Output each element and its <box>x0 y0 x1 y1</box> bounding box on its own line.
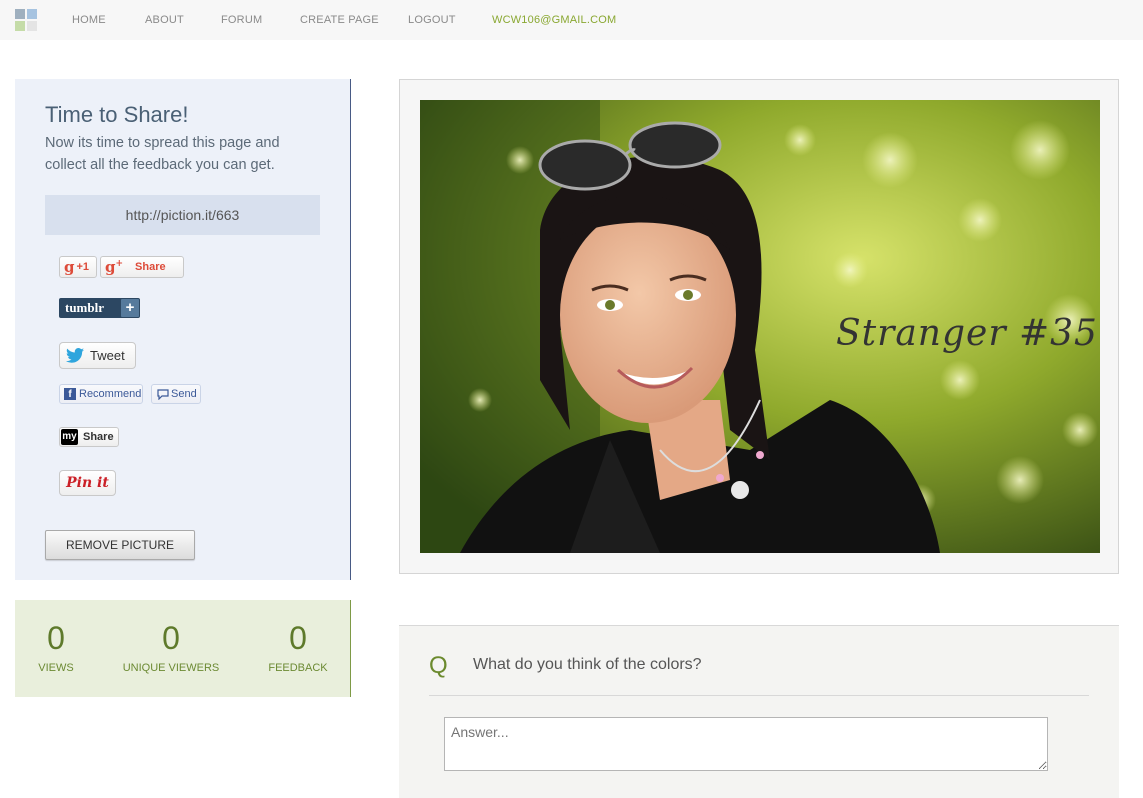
unique-viewers-count: 0 <box>162 620 180 656</box>
question-divider <box>429 695 1089 696</box>
plus-icon: + <box>121 299 139 317</box>
pin-it-label: Pin it <box>66 475 109 491</box>
unique-viewers-label: UNIQUE VIEWERS <box>122 662 220 674</box>
google-plus-one-label: +1 <box>76 261 90 273</box>
portrait-photo[interactable]: Stranger #35 <box>420 100 1100 553</box>
tumblr-share-button[interactable]: tumblr + <box>59 298 140 318</box>
unique-viewers-stat: 0 UNIQUE VIEWERS <box>121 620 221 674</box>
pinterest-pin-it-button[interactable]: Pin it <box>59 470 116 496</box>
question-text: What do you think of the colors? <box>473 656 702 673</box>
question-marker: Q <box>429 652 448 679</box>
share-description: Now its time to spread this page and col… <box>45 135 280 173</box>
nav-forum-link[interactable]: FORUM <box>221 14 262 26</box>
feedback-label: FEEDBACK <box>268 662 328 674</box>
question-panel: Q What do you think of the colors? <box>399 625 1119 798</box>
facebook-recommend-button[interactable]: f Recommend <box>59 384 143 404</box>
answer-input[interactable] <box>444 717 1048 771</box>
myspace-share-button[interactable]: my Share <box>59 427 119 447</box>
stats-panel: 0 VIEWS 0 UNIQUE VIEWERS 0 FEEDBACK <box>15 600 351 697</box>
feedback-stat: 0 FEEDBACK <box>263 620 333 674</box>
myspace-share-label: Share <box>83 431 114 443</box>
tumblr-label: tumblr <box>65 300 104 315</box>
google-plus-icon: g <box>64 258 75 276</box>
google-plus-one-button[interactable]: g +1 <box>59 256 97 278</box>
photo-caption: Stranger #35 <box>836 313 1098 354</box>
tweet-button[interactable]: Tweet <box>59 342 136 369</box>
google-plus-share-button[interactable]: g+ Share <box>100 256 184 278</box>
views-count: 0 <box>47 620 65 656</box>
feedback-count: 0 <box>289 620 307 656</box>
remove-picture-button[interactable]: REMOVE PICTURE <box>45 530 195 560</box>
views-label: VIEWS <box>38 662 74 674</box>
nav-logout-link[interactable]: LOGOUT <box>408 14 456 26</box>
google-plus-icon: g+ <box>105 258 124 276</box>
speech-bubble-icon <box>157 388 169 400</box>
google-plus-share-label: Share <box>135 261 166 273</box>
nav-user-email-link[interactable]: WCW106@GMAIL.COM <box>492 14 616 26</box>
tweet-label: Tweet <box>90 348 125 363</box>
twitter-bird-icon <box>66 348 84 363</box>
top-nav-bar: HOME ABOUT FORUM CREATE PAGE LOGOUT WCW1… <box>0 0 1143 40</box>
nav-about-link[interactable]: ABOUT <box>145 14 184 26</box>
facebook-send-button[interactable]: Send <box>151 384 201 404</box>
nav-home-link[interactable]: HOME <box>72 14 106 26</box>
share-panel: Time to Share! Now its time to spread th… <box>15 79 351 580</box>
share-title: Time to Share! <box>45 102 189 127</box>
views-stat: 0 VIEWS <box>23 620 89 674</box>
recommend-label: Recommend <box>79 388 142 400</box>
share-url-box[interactable]: http://piction.it/663 <box>45 195 320 235</box>
myspace-icon: my <box>61 429 78 445</box>
facebook-icon: f <box>64 388 76 400</box>
site-logo[interactable] <box>15 9 37 31</box>
picture-frame: Stranger #35 <box>399 79 1119 574</box>
send-label: Send <box>171 388 197 400</box>
nav-create-page-link[interactable]: CREATE PAGE <box>300 14 379 26</box>
